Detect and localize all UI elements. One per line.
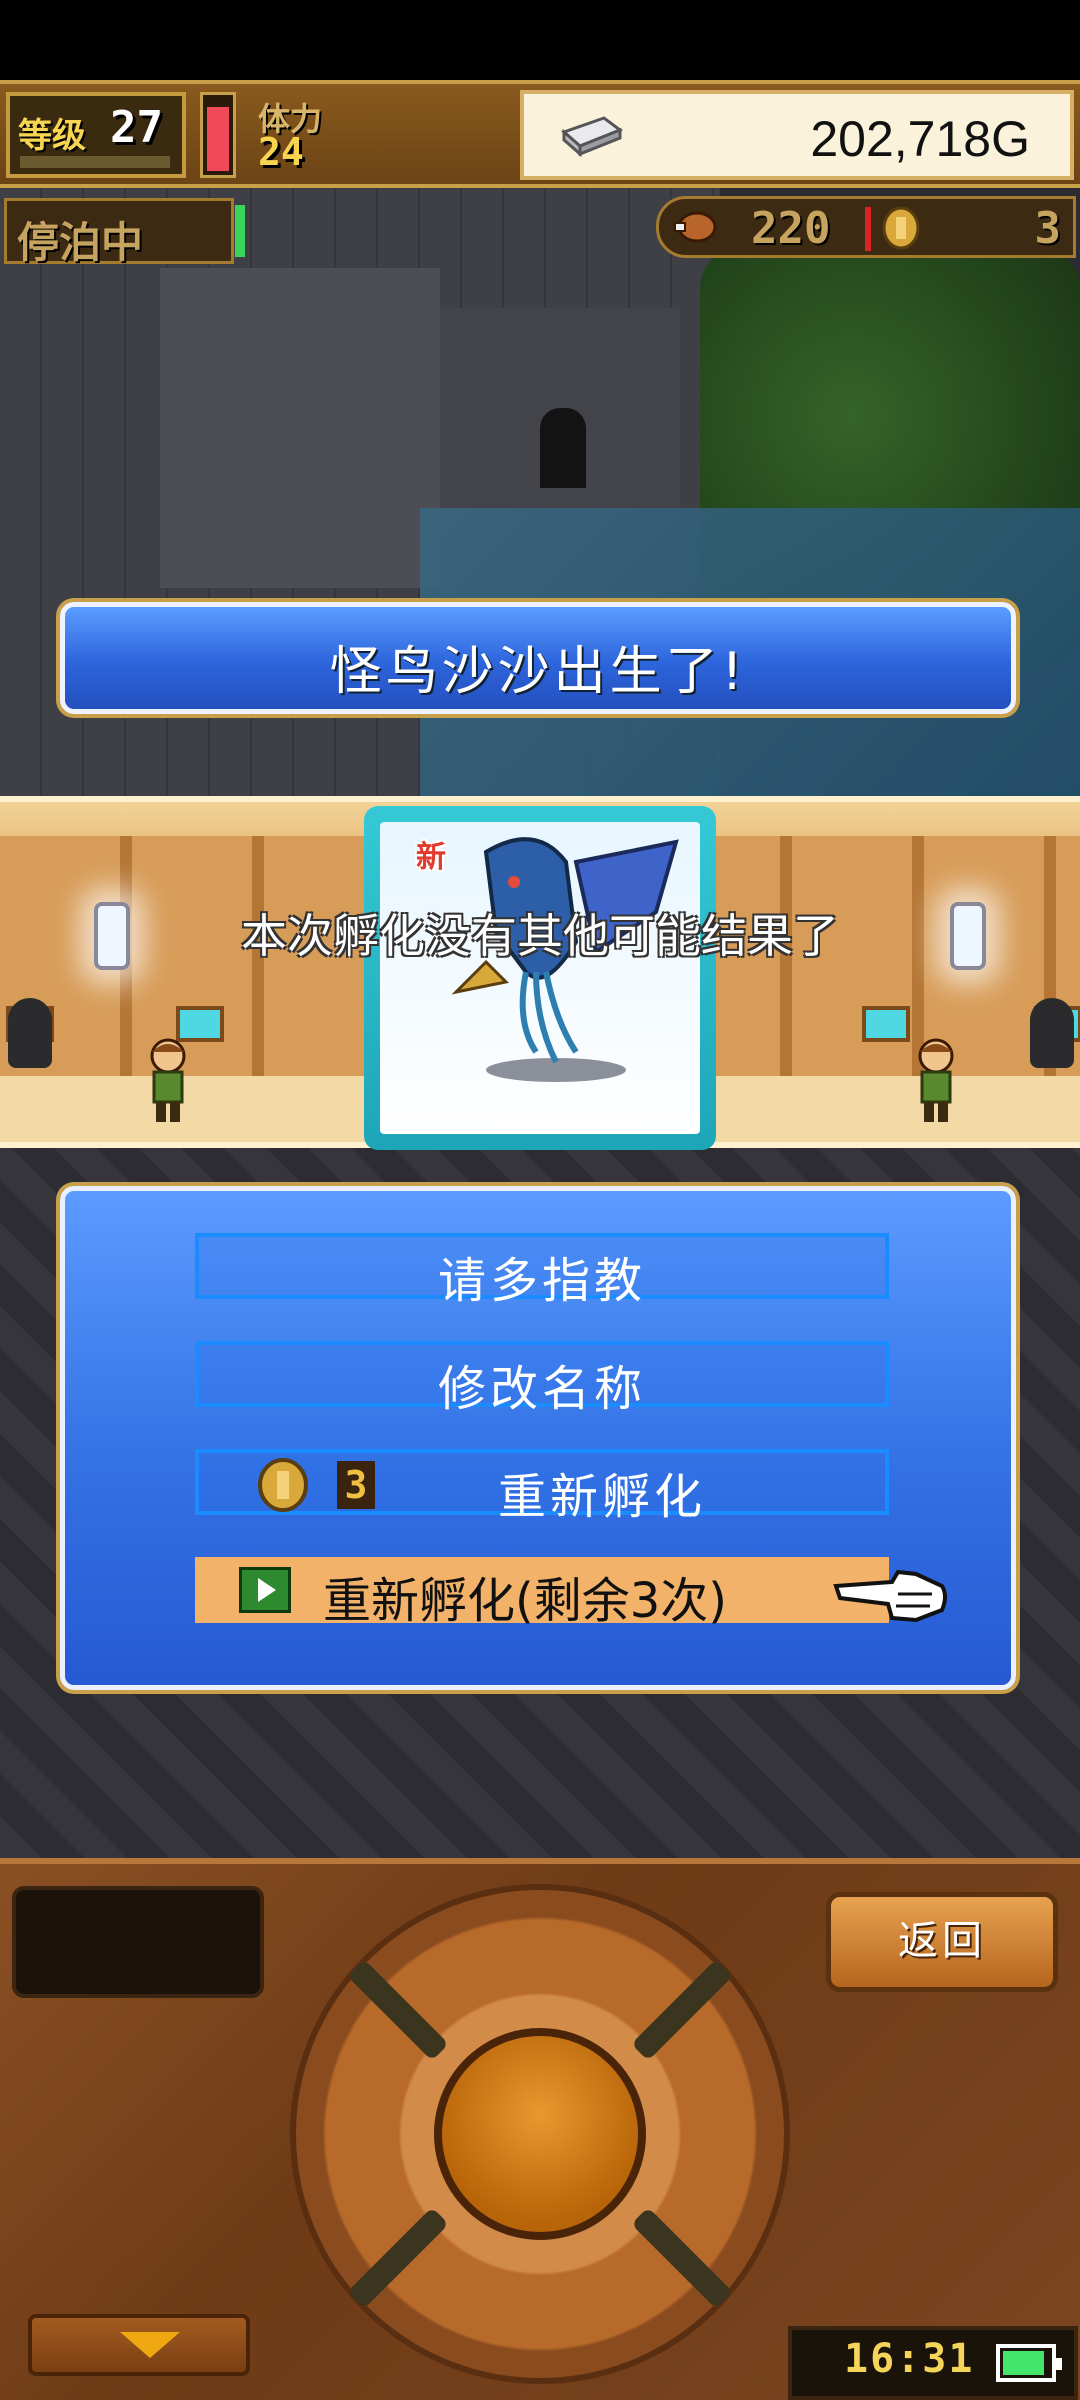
monster-portrait: 新 bbox=[380, 822, 700, 1134]
rename-button-label: 修改名称 bbox=[437, 1361, 646, 1417]
rename-button[interactable]: 修改名称 bbox=[195, 1341, 889, 1417]
window bbox=[862, 1006, 910, 1042]
rehatch-with-coins-button[interactable]: 3 重新孵化 bbox=[195, 1449, 889, 1525]
clock-time: 16:31 bbox=[844, 2336, 975, 2382]
directional-pad[interactable] bbox=[290, 1884, 790, 2384]
scroll-down-button[interactable] bbox=[28, 2314, 250, 2376]
coin-icon bbox=[882, 206, 920, 250]
greet-button[interactable]: 请多指教 bbox=[195, 1233, 889, 1309]
meat-icon bbox=[674, 211, 717, 243]
battery-icon bbox=[996, 2344, 1062, 2382]
gold-amount: 202,718G bbox=[810, 111, 1030, 167]
greet-button-label: 请多指教 bbox=[437, 1253, 646, 1309]
pot bbox=[8, 998, 52, 1068]
play-video-icon bbox=[239, 1567, 291, 1613]
level-panel: 等级 27 bbox=[6, 92, 186, 178]
down-arrow-icon bbox=[120, 2332, 180, 2358]
moored-status-badge: 停泊中 bbox=[4, 198, 245, 267]
level-label: 等级 bbox=[18, 116, 86, 156]
game-controller-panel: 返回 16:31 bbox=[0, 1858, 1080, 2400]
rehatch-with-ad-button[interactable]: 重新孵化(剩余3次) bbox=[195, 1557, 889, 1629]
crew-character bbox=[918, 1038, 954, 1122]
back-button[interactable]: 返回 bbox=[826, 1892, 1058, 1992]
action-center-button[interactable] bbox=[434, 2028, 646, 2240]
moored-status-label: 停泊中 bbox=[17, 218, 144, 267]
resources-bar: 220 3 bbox=[656, 196, 1076, 258]
food-count: 220 bbox=[751, 203, 831, 254]
rehatch-with-ad-label: 重新孵化(剩余3次) bbox=[323, 1573, 727, 1629]
dpad-groove bbox=[631, 1959, 733, 2061]
battery-level bbox=[1003, 2351, 1044, 2375]
dpad-groove bbox=[347, 2207, 449, 2309]
mini-screen bbox=[12, 1886, 264, 1998]
top-hud: 等级 27 体力 24 202,718G bbox=[0, 80, 1080, 188]
dpad-groove bbox=[631, 2207, 733, 2309]
resource-divider bbox=[865, 207, 871, 251]
hatch-announcement-text: 怪鸟沙沙出生了! bbox=[329, 642, 747, 702]
dpad-groove bbox=[347, 1959, 449, 2061]
experience-bar bbox=[20, 156, 170, 168]
coin-icon bbox=[258, 1458, 308, 1512]
silver-ingot-icon bbox=[561, 116, 624, 158]
stamina-bar bbox=[200, 92, 236, 178]
gold-panel: 202,718G bbox=[520, 90, 1074, 180]
moored-indicator bbox=[235, 205, 245, 257]
hatch-announcement-banner: 怪鸟沙沙出生了! bbox=[60, 602, 1016, 714]
clock-panel: 16:31 bbox=[788, 2326, 1078, 2400]
coin-count: 3 bbox=[1034, 203, 1062, 254]
rehatch-with-coins-label: 重新孵化 bbox=[497, 1469, 706, 1525]
crew-character bbox=[150, 1038, 186, 1122]
stamina-value: 24 bbox=[258, 130, 304, 174]
battery-tip bbox=[1056, 2358, 1062, 2370]
system-status-bar bbox=[0, 0, 1080, 80]
hatch-result-message: 本次孵化没有其他可能结果了 bbox=[241, 909, 839, 963]
level-value: 27 bbox=[110, 102, 163, 153]
stamina-bar-fill bbox=[207, 107, 229, 171]
pointing-hand-cursor-icon bbox=[833, 1569, 947, 1623]
pot bbox=[1030, 998, 1074, 1068]
hatched-monster-card: 新 bbox=[364, 806, 716, 1150]
